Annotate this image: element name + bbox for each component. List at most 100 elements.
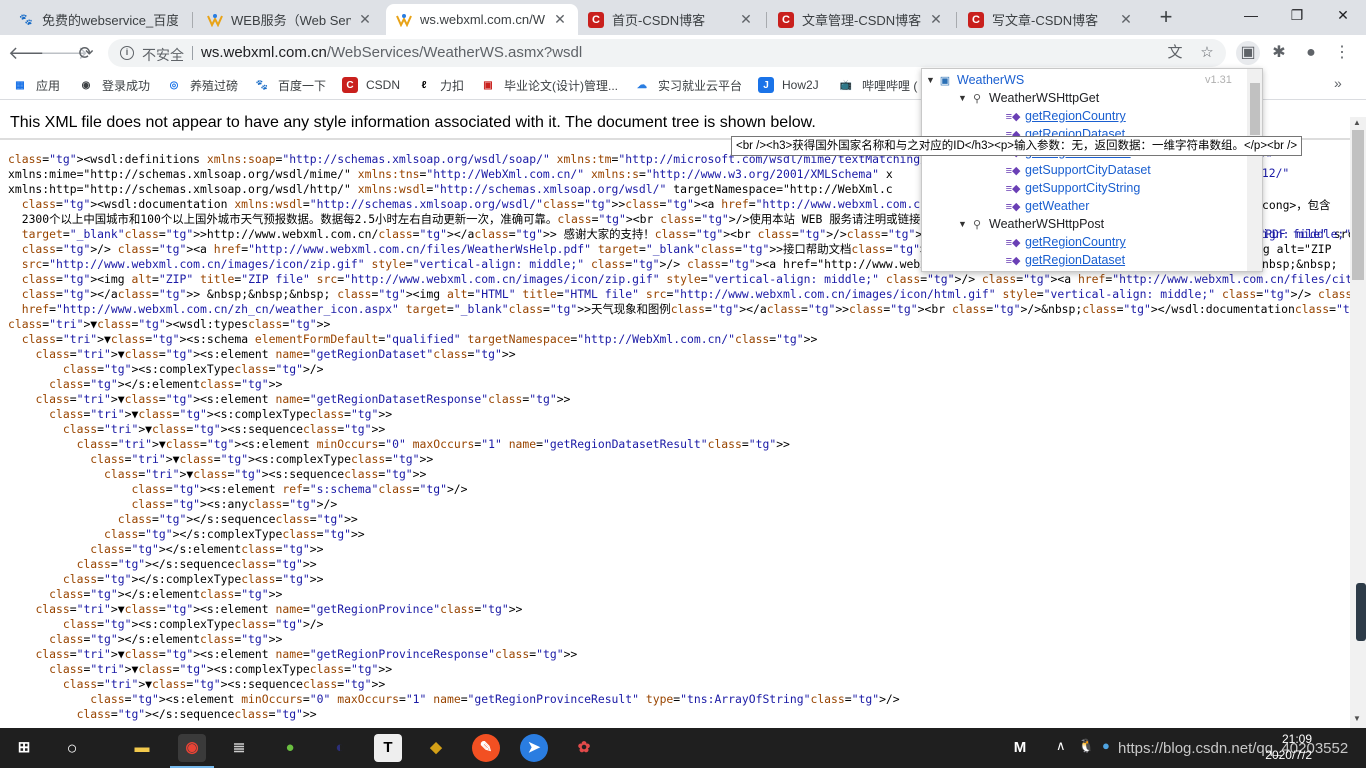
system-clock[interactable]: 21:09 2020/7/2 [1252,731,1312,763]
bookmark-bilibili[interactable]: 📺 哔哩哔哩 ( [838,76,918,94]
csdn-icon: C [588,11,604,28]
method-icon: ≡◆ [1005,236,1021,249]
side-widget[interactable] [1356,583,1366,641]
close-icon[interactable]: ✕ [928,11,944,28]
close-window-button[interactable]: ✕ [1320,0,1366,30]
bookmark-leetcode[interactable]: ℓ 力扣 [416,76,464,94]
xml-line: class="tg"></s:complexTypeclass="tg">> [62,572,324,586]
extension-wsdl-icon[interactable]: ▣ [1236,41,1260,65]
eclipse-icon[interactable]: ◐ [326,734,354,762]
collapse-triangle-icon[interactable]: ▼ [958,93,968,103]
close-icon[interactable]: ✕ [552,11,568,28]
page-scrollbar-thumb[interactable] [1352,130,1364,280]
app-fish-icon[interactable]: ✿ [570,734,598,762]
bookmark-login[interactable]: ◉ 登录成功 [78,76,150,94]
xml-line[interactable]: class="tri">▼class="tg"><s:element name=… [8,347,1353,362]
profile-avatar-icon[interactable]: ● [1299,41,1323,65]
tab-csdn-home[interactable]: C 首页-CSDN博客 ✕ [578,4,764,35]
app-green-icon[interactable]: ● [276,734,304,762]
tree-item[interactable]: ≡◆ getRegionCountry [1006,107,1126,125]
xml-line[interactable]: class="tri">▼class="tg"><s:element minOc… [8,437,1353,452]
tab-csdn-write[interactable]: C 写文章-CSDN博客 ✕ [958,4,1144,35]
xml-line[interactable]: class="tri">▼class="tg"><s:element name=… [8,647,1353,662]
new-tab-button[interactable]: + [1154,6,1178,30]
database-icon[interactable]: ≣ [225,734,253,762]
chevron-up-icon[interactable]: ∧ [1056,738,1066,754]
xml-line: class="tg"></s:elementclass="tg">> [49,377,283,391]
windows-start-icon[interactable]: ⊞ [10,734,38,762]
xml-line[interactable]: class="tri">▼class="tg"><s:sequenceclass… [8,422,1353,437]
reload-button[interactable]: ⟳ [72,39,100,67]
tab-baidu-search[interactable]: 🐾 免费的webservice_百度 [8,4,188,35]
more-bookmarks-icon[interactable]: » [1334,75,1342,91]
tree-group-httpget[interactable]: ▼ ⚲ WeatherWSHttpGet [958,89,1099,107]
xml-line: class="tg"><s:element ref="s:schema"clas… [131,482,468,496]
back-button[interactable]: 🡐 [8,39,56,67]
collapse-triangle-icon[interactable]: ▼ [926,75,936,85]
bookmark-baidu[interactable]: 🐾 百度一下 [254,76,326,94]
xml-line: class="tg"></s:complexTypeclass="tg">> [104,527,365,541]
forward-button[interactable]: 🡒 [40,39,88,67]
feishu-icon[interactable]: ➤ [520,734,548,762]
service-icon: ▣ [939,74,951,87]
popup-version: v1.31 [1205,74,1232,86]
tree-group-httppost[interactable]: ▼ ⚲ WeatherWSHttpPost [958,215,1104,233]
ime-indicator[interactable]: M [1006,734,1034,762]
app-batman-icon[interactable]: ◆ [422,734,450,762]
tree-item[interactable]: ≡◆ getSupportCityString [1006,179,1141,197]
search-circle-icon[interactable]: ○ [58,734,86,762]
xml-line[interactable]: class="tri">▼class="tg"><s:element name=… [8,602,1353,617]
close-icon[interactable]: ✕ [1118,11,1134,28]
close-icon[interactable]: ✕ [738,11,754,28]
close-icon[interactable]: ✕ [357,11,373,28]
tree-item[interactable]: ≡◆ getRegionCountry [1006,233,1126,251]
tab-web-service[interactable]: WEB服务（Web Servic ✕ [197,4,383,35]
address-bar[interactable]: i 不安全 ws.webxml.com.cn/WebServices/Weath… [108,39,1226,67]
info-icon[interactable]: i [120,46,134,60]
xml-line[interactable]: class="tri">▼class="tg"><s:complexTypecl… [8,452,1353,467]
qq-icon[interactable]: 🐧 [1078,738,1094,754]
tree-item[interactable]: ≡◆ getSupportCityDataset [1006,161,1151,179]
url-text[interactable]: ws.webxml.com.cn/WebServices/WeatherWS.a… [201,44,582,61]
bookmark-internship[interactable]: ☁ 实习就业云平台 [634,76,742,94]
scroll-down-icon[interactable]: ▼ [1353,714,1361,723]
minimize-button[interactable]: — [1228,0,1274,30]
xml-line[interactable]: class="tri">▼class="tg"><s:complexTypecl… [8,407,1353,422]
feishu-tray-icon[interactable]: ● [1102,738,1110,753]
tab-csdn-manage[interactable]: C 文章管理-CSDN博客 ✕ [768,4,954,35]
scroll-up-icon[interactable]: ▲ [1353,118,1361,127]
xml-line: class="tg"><s:complexTypeclass="tg">/> [62,362,324,376]
xml-line: class="tg"></s:sequenceclass="tg">> [76,707,317,721]
extensions-puzzle-icon[interactable]: ✱ [1267,41,1291,65]
paper-icon: ▣ [483,79,493,91]
xml-line[interactable]: class="tri">▼class="tg"><wsdl:typesclass… [8,317,1353,332]
xml-line[interactable]: class="tri">▼class="tg"><s:sequenceclass… [8,677,1353,692]
popup-scrollbar-thumb[interactable] [1250,83,1260,135]
bookmark-csdn[interactable]: C CSDN [342,76,400,94]
postman-icon[interactable]: ✎ [472,734,500,762]
tree-item[interactable]: ≡◆ getWeather [1006,197,1090,215]
tab-active-wsdl[interactable]: ws.webxml.com.cn/W ✕ [386,4,578,35]
restore-button[interactable]: ❐ [1274,0,1320,30]
bookmark-thesis[interactable]: ▣ 毕业论文(设计)管理... [480,76,618,94]
translate-icon[interactable]: 文 [1166,44,1184,62]
tree-root[interactable]: ▼ ▣ WeatherWS [926,71,1024,89]
bookmark-how2j[interactable]: J How2J [758,76,819,94]
menu-kebab-icon[interactable]: ⋮ [1330,41,1354,65]
xml-line[interactable]: class="tri">▼class="tg"><s:complexTypecl… [8,662,1353,677]
tree-item[interactable]: ≡◆ getRegionDataset [1006,251,1126,269]
xml-line[interactable]: class="tri">▼class="tg"><s:element name=… [8,392,1353,407]
xml-line: href="http://www.webxml.com.cn/zh_cn/wea… [21,302,1353,316]
chrome-taskbar-icon[interactable]: ◉ [170,734,214,768]
xml-line[interactable]: class="tri">▼class="tg"><s:schema elemen… [8,332,1353,347]
star-icon[interactable]: ☆ [1198,44,1216,62]
bookmark-weighing[interactable]: ◎ 养殖过磅 [166,76,238,94]
file-explorer-icon[interactable]: ▬ [128,734,156,762]
bookmark-apps[interactable]: ▦ 应用 [12,76,60,94]
wsdl-extension-popup: v1.31 ▼ ▣ WeatherWS ▼ ⚲ WeatherWSHttpGet… [921,68,1263,272]
collapse-triangle-icon[interactable]: ▼ [958,219,968,229]
security-label[interactable]: 不安全 [142,45,184,65]
xml-line[interactable]: class="tri">▼class="tg"><s:sequenceclass… [8,467,1353,482]
bilibili-icon: 📺 [839,79,853,91]
typora-icon[interactable]: T [374,734,402,762]
